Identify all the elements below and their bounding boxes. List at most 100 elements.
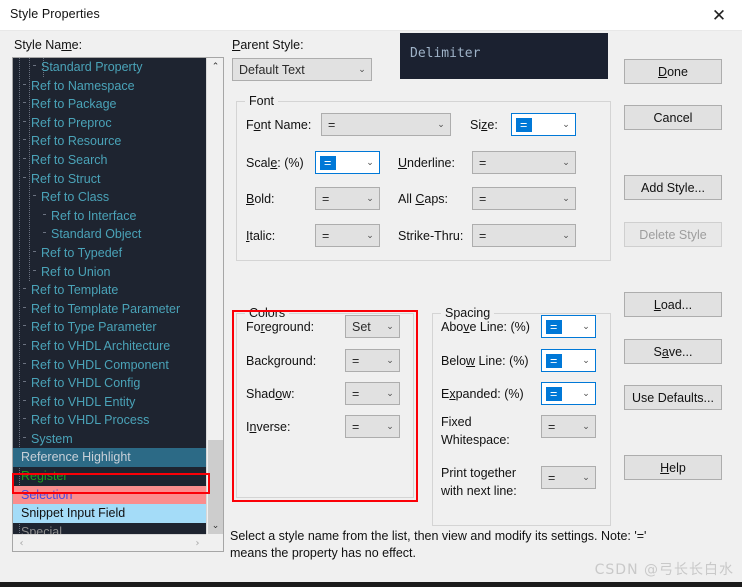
italic-combo[interactable]: = ⌄ xyxy=(315,224,380,247)
fixed-whitespace-label-line2: Whitespace: xyxy=(441,433,510,447)
list-item[interactable]: Ref to VHDL Entity xyxy=(13,393,206,412)
list-item[interactable]: Ref to Type Parameter xyxy=(13,318,206,337)
add-style-button[interactable]: Add Style... xyxy=(624,175,722,200)
fixed-whitespace-value: = xyxy=(548,419,556,434)
list-item[interactable]: Reference Highlight xyxy=(13,448,206,468)
list-item[interactable]: Ref to Typedef xyxy=(13,244,206,263)
chevron-down-icon: ⌄ xyxy=(582,321,590,332)
list-item-label: Selection xyxy=(21,487,73,502)
use-defaults-button[interactable]: Use Defaults... xyxy=(624,385,722,410)
size-combo[interactable]: = ⌄ xyxy=(511,113,576,136)
shadow-label: Shadow: xyxy=(246,387,295,401)
tree-node-tick xyxy=(33,269,36,271)
fixed-whitespace-combo[interactable]: = ⌄ xyxy=(541,415,596,438)
style-name-listbox[interactable]: Standard Property Ref to Namespace Ref to … xyxy=(12,57,224,552)
list-item[interactable]: Standard Property xyxy=(13,58,206,77)
save-button[interactable]: Save... xyxy=(624,339,722,364)
list-item[interactable]: Ref to Struct xyxy=(13,170,206,189)
expanded-label: Expanded: (%) xyxy=(441,387,524,401)
scrollbar-corner xyxy=(206,534,223,551)
chevron-down-icon: ⌄ xyxy=(562,119,570,130)
list-item-label: Ref to VHDL Process xyxy=(31,413,150,428)
italic-label: Italic: xyxy=(246,229,276,243)
foreground-value: Set xyxy=(352,319,371,334)
above-line-value[interactable]: = xyxy=(542,319,577,334)
foreground-combo[interactable]: Set ⌄ xyxy=(345,315,400,338)
list-item[interactable]: Ref to Namespace xyxy=(13,77,206,96)
all-caps-combo[interactable]: = ⌄ xyxy=(472,187,576,210)
list-item[interactable]: Register xyxy=(13,467,206,486)
list-item[interactable]: Ref to VHDL Config xyxy=(13,374,206,393)
list-vertical-scrollbar[interactable]: ⌃ ⌄ xyxy=(206,58,223,534)
below-line-value[interactable]: = xyxy=(542,353,577,368)
list-item[interactable]: Ref to Template xyxy=(13,281,206,300)
below-line-combo[interactable]: = ⌄ xyxy=(541,349,596,372)
list-item[interactable]: Ref to Resource xyxy=(13,132,206,151)
chevron-down-icon: ⌄ xyxy=(562,157,570,168)
tree-node-tick xyxy=(23,306,26,308)
scale-value[interactable]: = xyxy=(316,155,361,170)
list-item[interactable]: Ref to Search xyxy=(13,151,206,170)
scroll-down-icon[interactable]: ⌄ xyxy=(207,517,224,534)
underline-label: Underline: xyxy=(398,156,455,170)
chevron-down-icon: ⌄ xyxy=(386,355,394,366)
list-item[interactable]: Ref to Template Parameter xyxy=(13,300,206,319)
tree-node-tick xyxy=(23,102,26,104)
list-item[interactable]: Ref to Interface xyxy=(13,207,206,226)
print-together-label-line2: with next line: xyxy=(441,484,517,498)
style-preview-box: Delimiter xyxy=(400,33,608,79)
scroll-up-icon[interactable]: ⌃ xyxy=(207,58,224,75)
background-value: = xyxy=(352,353,360,368)
list-item[interactable]: Ref to VHDL Process xyxy=(13,411,206,430)
list-item-label: Ref to VHDL Config xyxy=(31,376,141,391)
font-group-title: Font xyxy=(245,94,279,108)
print-together-combo[interactable]: = ⌄ xyxy=(541,466,596,489)
above-line-combo[interactable]: = ⌄ xyxy=(541,315,596,338)
underline-value: = xyxy=(479,155,487,170)
list-item[interactable]: Snippet Input Field xyxy=(13,504,206,523)
chevron-down-icon: ⌄ xyxy=(437,119,445,130)
list-item[interactable]: Ref to Preproc xyxy=(13,114,206,133)
bold-label: Bold: xyxy=(246,192,275,206)
font-name-combo[interactable]: = ⌄ xyxy=(321,113,451,136)
window-title: Style Properties xyxy=(10,7,100,21)
list-item[interactable]: Standard Object xyxy=(13,225,206,244)
help-button[interactable]: Help xyxy=(624,455,722,480)
strike-thru-combo[interactable]: = ⌄ xyxy=(472,224,576,247)
size-value[interactable]: = xyxy=(512,117,557,132)
close-icon[interactable]: ✕ xyxy=(704,3,734,29)
list-item[interactable]: System xyxy=(13,430,206,449)
list-item[interactable]: Selection xyxy=(13,485,206,505)
list-item[interactable]: Ref to Class xyxy=(13,188,206,207)
load-button[interactable]: Load... xyxy=(624,292,722,317)
strike-thru-value: = xyxy=(479,228,487,243)
expanded-value[interactable]: = xyxy=(542,386,577,401)
list-item[interactable]: Ref to VHDL Architecture xyxy=(13,337,206,356)
list-item-label: Ref to Interface xyxy=(51,208,137,223)
scroll-left-icon[interactable]: ‹ xyxy=(13,535,30,551)
cancel-button[interactable]: Cancel xyxy=(624,105,722,130)
scale-combo[interactable]: = ⌄ xyxy=(315,151,380,174)
list-horizontal-scrollbar[interactable]: ‹ › xyxy=(13,534,206,551)
parent-style-combo[interactable]: Default Text ⌄ xyxy=(232,58,372,81)
list-item-label: Ref to Package xyxy=(31,97,117,112)
size-label: Size: xyxy=(470,118,498,132)
tree-node-tick xyxy=(23,83,26,85)
done-button[interactable]: Done xyxy=(624,59,722,84)
list-item[interactable]: Ref to Union xyxy=(13,263,206,282)
list-item[interactable]: Ref to Package xyxy=(13,95,206,114)
inverse-combo[interactable]: = ⌄ xyxy=(345,415,400,438)
expanded-combo[interactable]: = ⌄ xyxy=(541,382,596,405)
chevron-down-icon: ⌄ xyxy=(366,230,374,241)
scroll-right-icon[interactable]: › xyxy=(189,535,206,551)
list-item[interactable]: Special xyxy=(13,523,206,534)
tree-node-tick xyxy=(33,65,36,66)
bold-combo[interactable]: = ⌄ xyxy=(315,187,380,210)
underline-combo[interactable]: = ⌄ xyxy=(472,151,576,174)
list-item[interactable]: Ref to VHDL Component xyxy=(13,356,206,375)
shadow-combo[interactable]: = ⌄ xyxy=(345,382,400,405)
background-combo[interactable]: = ⌄ xyxy=(345,349,400,372)
style-list-items[interactable]: Standard Property Ref to Namespace Ref to … xyxy=(13,58,206,534)
list-item-label: Ref to Search xyxy=(31,152,108,167)
tree-node-tick xyxy=(23,436,26,438)
